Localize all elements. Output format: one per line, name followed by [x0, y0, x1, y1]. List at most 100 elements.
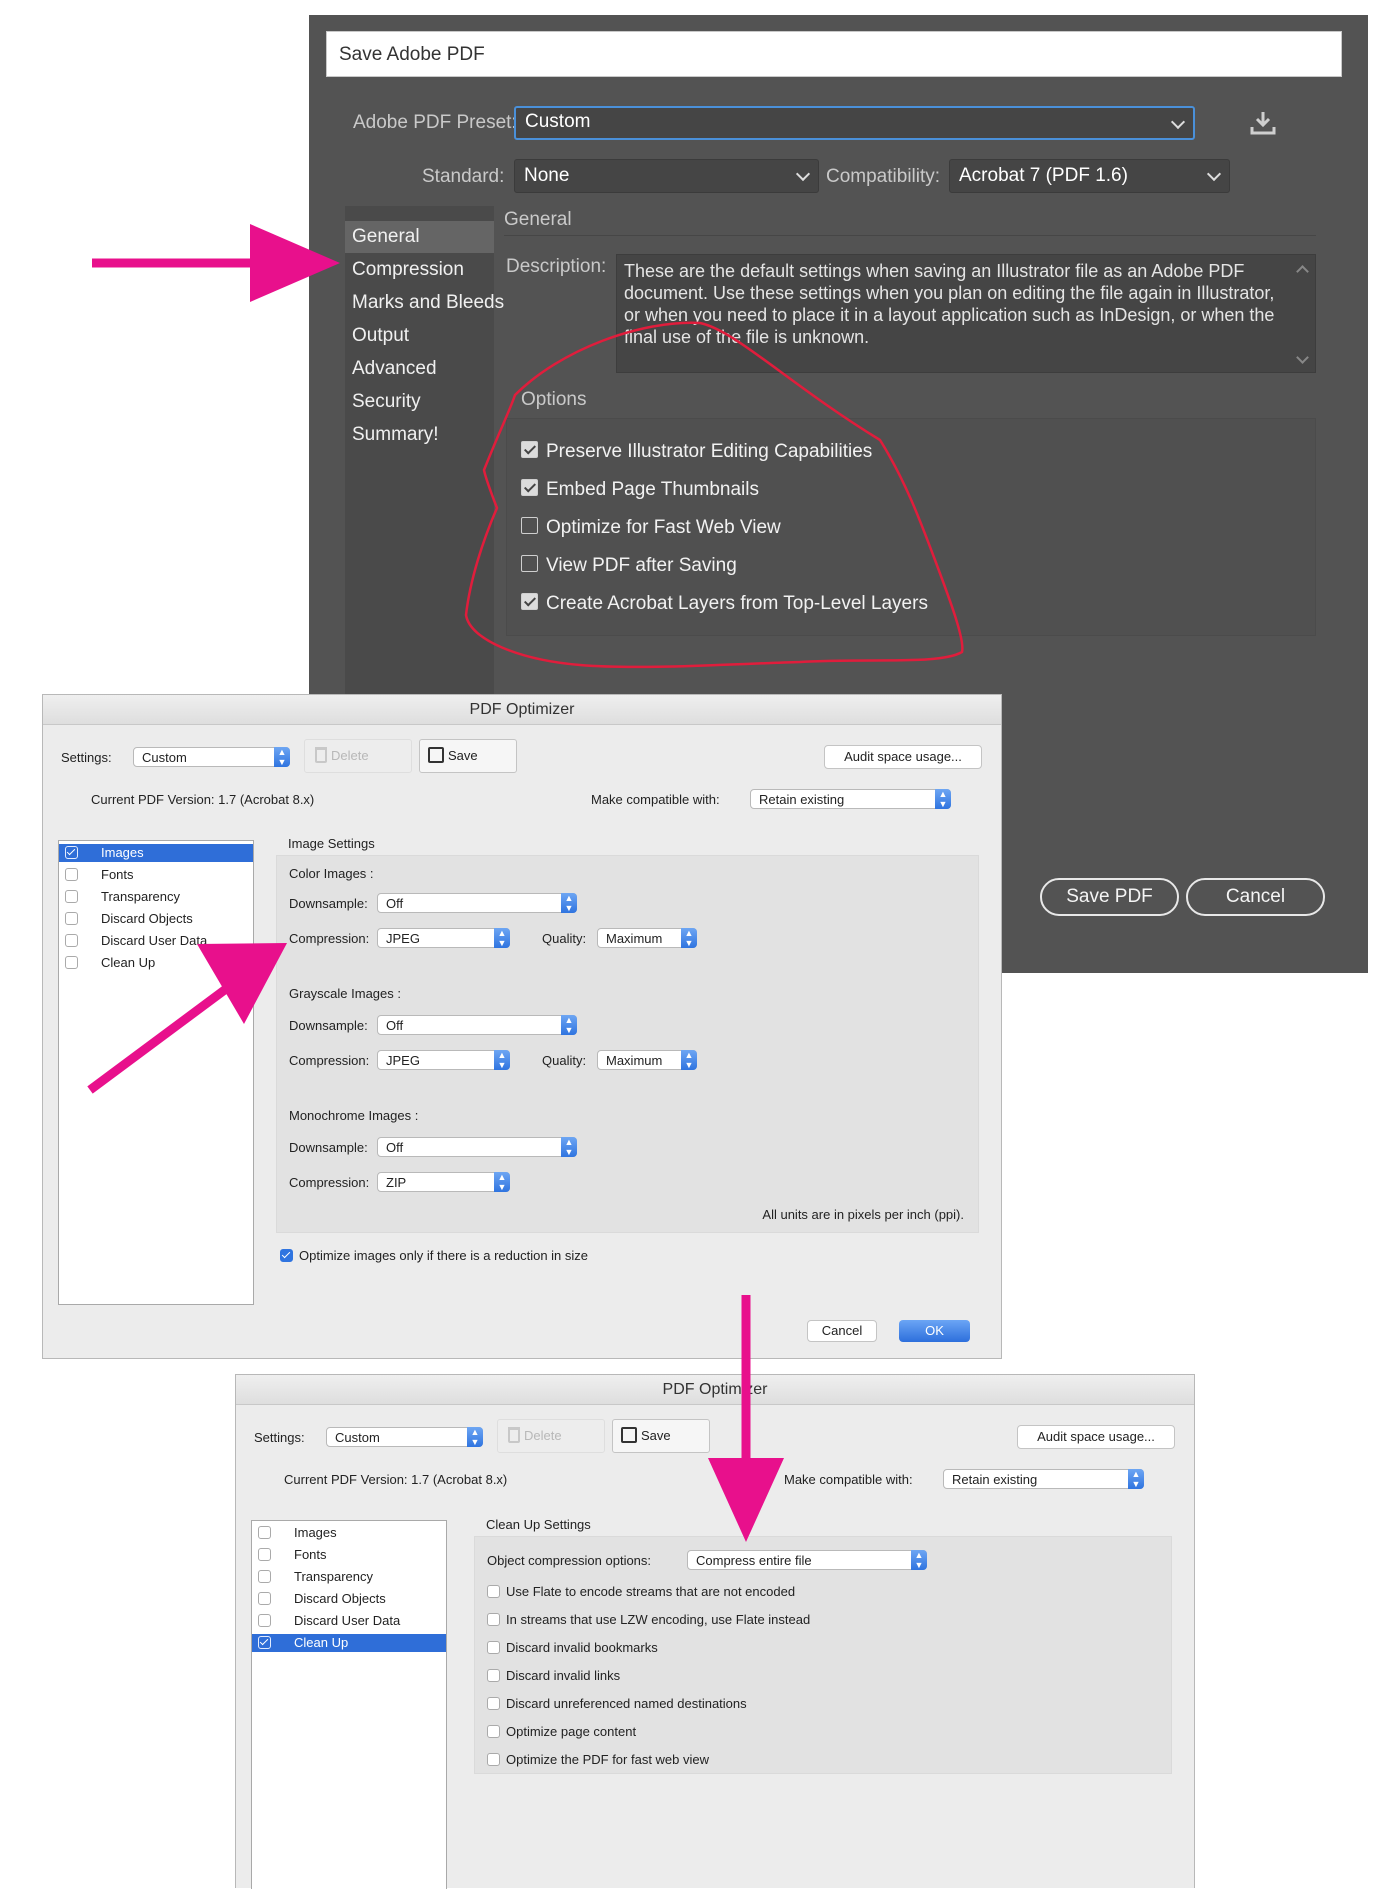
mono-downsample-dropdown[interactable]: Off ▲ ▼ [377, 1137, 577, 1157]
option-acrobat-layers[interactable]: Create Acrobat Layers from Top-Level Lay… [521, 593, 928, 617]
settings-dropdown[interactable]: Custom ▲ ▼ [133, 747, 290, 767]
stepper-icon: ▲ ▼ [561, 1137, 577, 1157]
sidebar-item-output[interactable]: Output [345, 320, 494, 352]
preset-label: Adobe PDF Preset: [353, 112, 517, 133]
save-button[interactable]: Save [612, 1419, 710, 1453]
standard-dropdown[interactable]: None [514, 159, 819, 193]
option-preserve-editing[interactable]: Preserve Illustrator Editing Capabilitie… [521, 441, 872, 465]
stepper-icon: ▲ ▼ [681, 1050, 697, 1070]
checkbox[interactable] [280, 1249, 293, 1263]
list-item-images[interactable]: Images [59, 844, 253, 862]
color-compression-dropdown[interactable]: JPEG ▲ ▼ [377, 928, 510, 948]
preset-value: Custom [525, 111, 591, 132]
list-item-discard-objects[interactable]: Discard Objects [252, 1590, 446, 1608]
checkbox[interactable] [258, 1570, 271, 1583]
cleanup-option-lzw-to-flate[interactable]: In streams that use LZW encoding, use Fl… [487, 1612, 810, 1627]
checkbox[interactable] [521, 479, 538, 497]
checkbox[interactable] [487, 1613, 500, 1627]
sidebar-item-compression[interactable]: Compression [345, 254, 494, 286]
stepper-icon: ▲ ▼ [494, 1050, 510, 1070]
option-embed-thumbnails[interactable]: Embed Page Thumbnails [521, 479, 759, 503]
list-item-fonts[interactable]: Fonts [59, 866, 253, 884]
sidebar-item-advanced[interactable]: Advanced [345, 353, 494, 385]
checkbox[interactable] [521, 517, 538, 535]
checkbox[interactable] [258, 1614, 271, 1627]
gray-downsample-dropdown[interactable]: Off ▲ ▼ [377, 1015, 577, 1035]
checkbox[interactable] [521, 555, 538, 573]
color-quality-dropdown[interactable]: Maximum ▲ ▼ [597, 928, 697, 948]
cleanup-option-discard-links[interactable]: Discard invalid links [487, 1668, 620, 1683]
delete-button[interactable]: Delete [497, 1419, 605, 1453]
download-icon[interactable] [1249, 109, 1277, 137]
list-item-images[interactable]: Images [252, 1524, 446, 1542]
cleanup-option-optimize-page-content[interactable]: Optimize page content [487, 1724, 636, 1739]
ok-button[interactable]: OK [899, 1320, 970, 1342]
checkbox[interactable] [487, 1585, 500, 1599]
sidebar-item-general[interactable]: General [345, 221, 494, 253]
delete-label: Delete [524, 1428, 562, 1443]
checkbox[interactable] [487, 1697, 500, 1711]
sidebar-item-summary[interactable]: Summary! [345, 419, 494, 451]
checkbox[interactable] [258, 1526, 271, 1539]
list-item-clean-up[interactable]: Clean Up [252, 1634, 446, 1652]
chevron-down-icon [1206, 166, 1222, 182]
save-button[interactable]: Save [419, 739, 517, 773]
list-item-discard-user-data[interactable]: Discard User Data [252, 1612, 446, 1630]
checkbox[interactable] [65, 934, 78, 947]
optimize-only-if-reduced-option[interactable]: Optimize images only if there is a reduc… [280, 1248, 588, 1263]
cleanup-option-flate-encode[interactable]: Use Flate to encode streams that are not… [487, 1584, 795, 1599]
checkbox[interactable] [487, 1725, 500, 1739]
cleanup-option-fast-web-view[interactable]: Optimize the PDF for fast web view [487, 1752, 709, 1767]
color-downsample-dropdown[interactable]: Off ▲ ▼ [377, 893, 577, 913]
list-item-label: Transparency [101, 889, 180, 904]
checkbox[interactable] [65, 956, 78, 969]
standard-label: Standard: [422, 166, 505, 187]
trash-icon [315, 746, 327, 763]
preset-dropdown[interactable]: Custom [514, 106, 1195, 140]
sidebar-item-security[interactable]: Security [345, 386, 494, 418]
cleanup-option-discard-destinations[interactable]: Discard unreferenced named destinations [487, 1696, 747, 1711]
gray-compression-dropdown[interactable]: JPEG ▲ ▼ [377, 1050, 510, 1070]
gray-quality-dropdown[interactable]: Maximum ▲ ▼ [597, 1050, 697, 1070]
option-fast-web-view[interactable]: Optimize for Fast Web View [521, 517, 781, 541]
cancel-button[interactable]: Cancel [807, 1320, 877, 1342]
audit-space-usage-button[interactable]: Audit space usage... [1017, 1425, 1175, 1449]
checkbox[interactable] [487, 1641, 500, 1655]
audit-space-usage-button[interactable]: Audit space usage... [824, 745, 982, 769]
list-item-clean-up[interactable]: Clean Up [59, 954, 253, 972]
downsample-label: Downsample: [289, 1018, 368, 1033]
delete-button[interactable]: Delete [304, 739, 412, 773]
checkbox[interactable] [521, 593, 538, 611]
object-compression-dropdown[interactable]: Compress entire file ▲ ▼ [687, 1550, 927, 1570]
mono-compression-dropdown[interactable]: ZIP ▲ ▼ [377, 1172, 510, 1192]
settings-dropdown[interactable]: Custom ▲ ▼ [326, 1427, 483, 1447]
option-label: Discard invalid bookmarks [506, 1640, 658, 1655]
list-item-discard-user-data[interactable]: Discard User Data [59, 932, 253, 950]
list-item-fonts[interactable]: Fonts [252, 1546, 446, 1564]
checkbox[interactable] [487, 1669, 500, 1683]
checkbox[interactable] [521, 441, 538, 459]
list-item-transparency[interactable]: Transparency [59, 888, 253, 906]
checkbox[interactable] [258, 1592, 271, 1605]
list-item-transparency[interactable]: Transparency [252, 1568, 446, 1586]
list-item-discard-objects[interactable]: Discard Objects [59, 910, 253, 928]
checkbox[interactable] [65, 846, 78, 859]
checkbox[interactable] [258, 1548, 271, 1561]
checkbox[interactable] [65, 912, 78, 925]
checkbox[interactable] [258, 1636, 271, 1649]
option-label: Embed Page Thumbnails [546, 479, 759, 500]
checkbox[interactable] [65, 868, 78, 881]
checkbox[interactable] [487, 1753, 500, 1767]
chevron-down-icon[interactable] [1296, 351, 1309, 364]
option-view-after-saving[interactable]: View PDF after Saving [521, 555, 737, 579]
save-pdf-button[interactable]: Save PDF [1040, 878, 1179, 916]
compatible-dropdown[interactable]: Retain existing ▲ ▼ [750, 789, 951, 809]
cleanup-option-discard-bookmarks[interactable]: Discard invalid bookmarks [487, 1640, 658, 1655]
sidebar-item-marks-and-bleeds[interactable]: Marks and Bleeds [345, 287, 504, 319]
compatibility-dropdown[interactable]: Acrobat 7 (PDF 1.6) [949, 159, 1230, 193]
cancel-button[interactable]: Cancel [1186, 878, 1325, 916]
stepper-icon: ▲ ▼ [561, 893, 577, 913]
compatible-dropdown[interactable]: Retain existing ▲ ▼ [943, 1469, 1144, 1489]
chevron-up-icon[interactable] [1296, 265, 1309, 278]
checkbox[interactable] [65, 890, 78, 903]
